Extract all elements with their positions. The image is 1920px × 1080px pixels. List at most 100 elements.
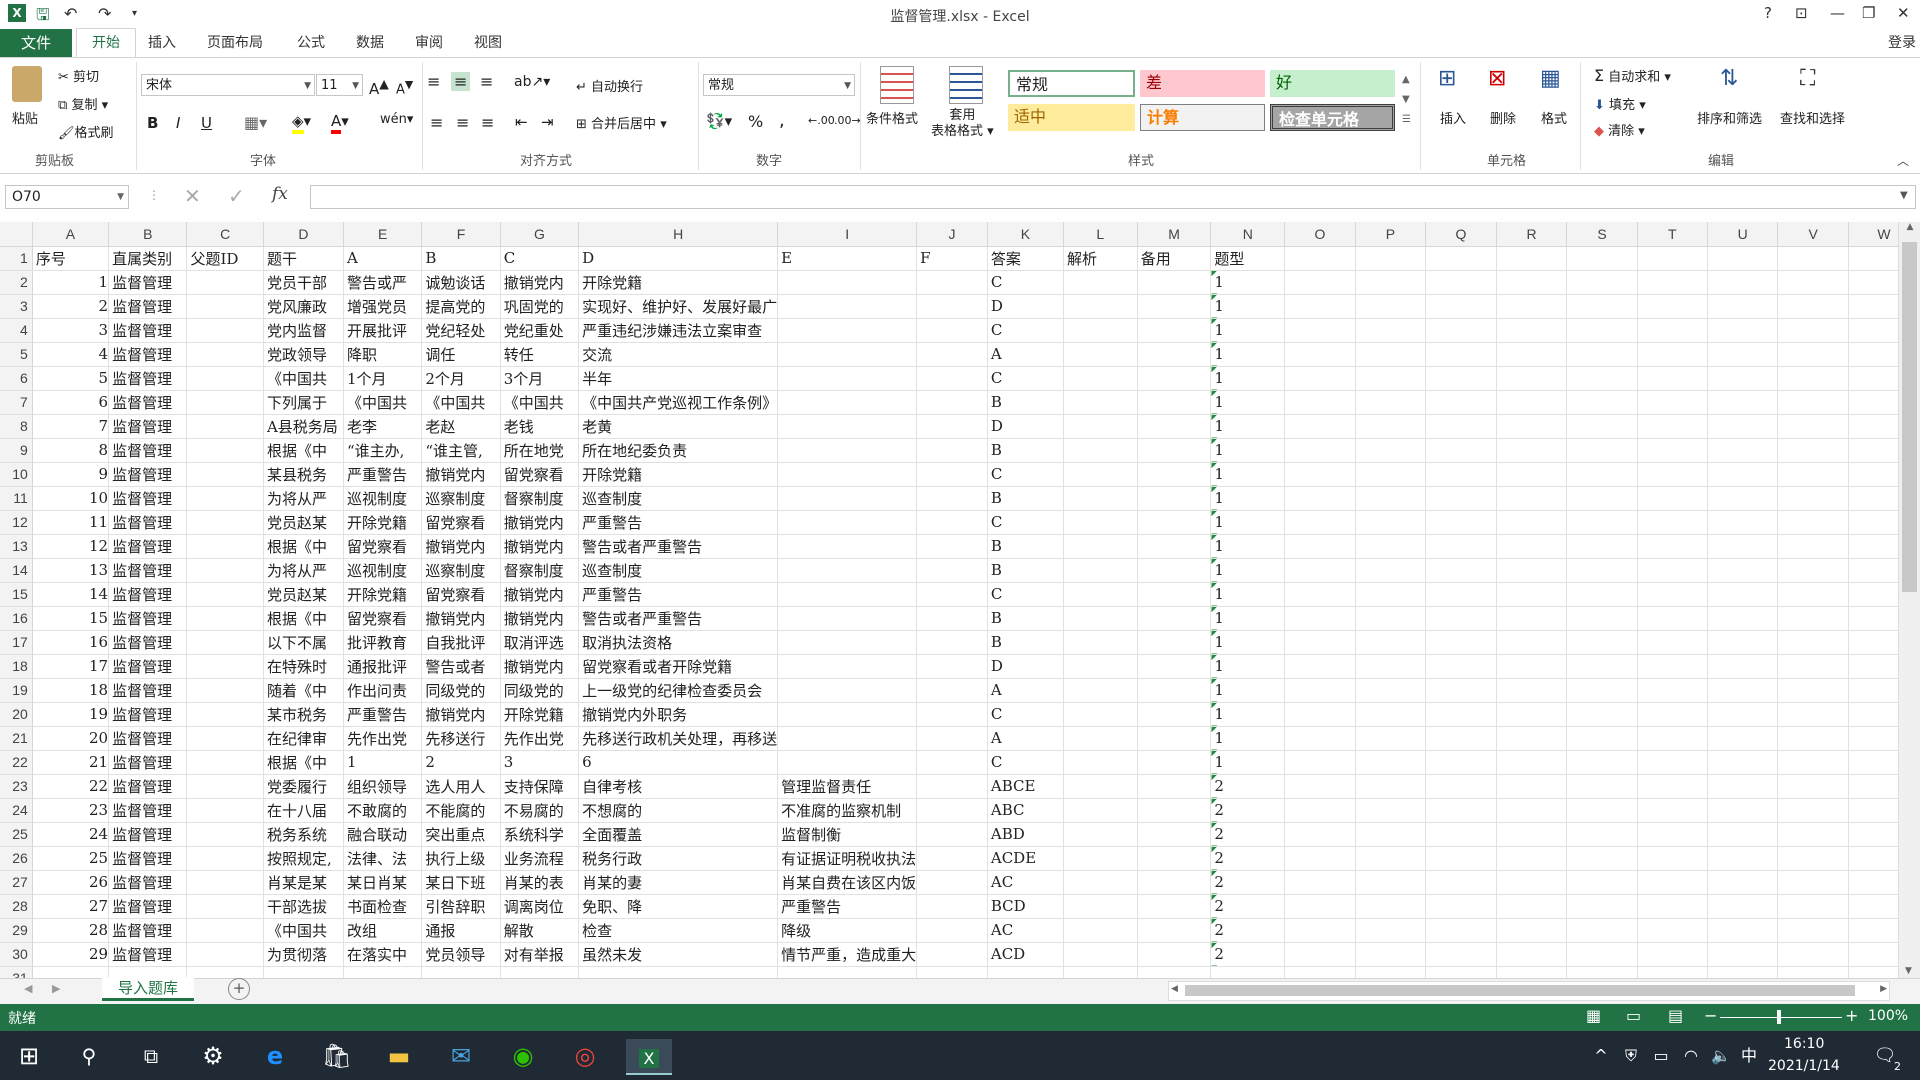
cell[interactable]: A bbox=[987, 342, 1064, 367]
cell[interactable] bbox=[1566, 870, 1638, 895]
row-header[interactable]: 16 bbox=[0, 606, 33, 631]
autosum-button[interactable]: Σ 自动求和 ▾ bbox=[1594, 66, 1671, 85]
cell[interactable] bbox=[1063, 870, 1138, 895]
cell[interactable] bbox=[1496, 894, 1568, 919]
insert-function-icon[interactable]: fx bbox=[272, 184, 288, 204]
cell[interactable] bbox=[1777, 774, 1849, 799]
cell[interactable] bbox=[1566, 750, 1638, 775]
cell[interactable]: 为贯彻落 bbox=[263, 942, 345, 967]
cell[interactable]: 21 bbox=[32, 750, 110, 775]
cell[interactable] bbox=[1284, 390, 1356, 415]
cell[interactable] bbox=[1496, 678, 1568, 703]
cell[interactable]: 支持保障 bbox=[500, 774, 580, 799]
cell[interactable] bbox=[1284, 942, 1356, 967]
cell[interactable] bbox=[1137, 702, 1212, 727]
cell[interactable] bbox=[1707, 798, 1779, 823]
tab-view[interactable]: 视图 bbox=[474, 32, 502, 52]
cell[interactable]: 党员赵某 bbox=[263, 510, 345, 535]
cell[interactable]: 融合联动 bbox=[343, 822, 423, 847]
cell[interactable]: 直属类别 bbox=[108, 246, 188, 271]
cell[interactable] bbox=[1637, 246, 1708, 271]
cell[interactable] bbox=[916, 366, 988, 391]
cell[interactable]: 党风廉政 bbox=[263, 294, 345, 319]
cell[interactable]: 通报批评 bbox=[343, 654, 423, 679]
cell[interactable] bbox=[186, 750, 264, 775]
cell[interactable] bbox=[1777, 342, 1849, 367]
cell[interactable]: ABC bbox=[987, 798, 1064, 823]
cell[interactable]: 26 bbox=[32, 870, 110, 895]
cell[interactable] bbox=[1777, 510, 1849, 535]
cell[interactable] bbox=[1063, 798, 1138, 823]
cell[interactable]: 选人用人 bbox=[421, 774, 501, 799]
ime-indicator[interactable]: 中 bbox=[1732, 1039, 1766, 1073]
cell[interactable] bbox=[1425, 246, 1497, 271]
cell[interactable]: 2 bbox=[1210, 822, 1286, 847]
cell[interactable] bbox=[1637, 270, 1708, 295]
cell[interactable] bbox=[1355, 510, 1427, 535]
cell[interactable] bbox=[1496, 390, 1568, 415]
cell[interactable]: 14 bbox=[32, 582, 110, 607]
cell[interactable]: 监督管理 bbox=[108, 918, 188, 943]
cell[interactable]: 严重警告 bbox=[343, 702, 423, 727]
cell[interactable] bbox=[186, 318, 264, 343]
cell[interactable] bbox=[421, 966, 501, 978]
style-good[interactable]: 好 bbox=[1270, 70, 1395, 97]
cell[interactable] bbox=[1566, 414, 1638, 439]
cell[interactable]: 巡视制度 bbox=[343, 486, 423, 511]
cell[interactable]: 严重警告 bbox=[578, 510, 779, 535]
cell[interactable] bbox=[916, 870, 988, 895]
cell[interactable] bbox=[1777, 942, 1849, 967]
cell[interactable] bbox=[1707, 846, 1779, 871]
cell[interactable]: 1 bbox=[1210, 630, 1286, 655]
cell[interactable] bbox=[777, 318, 918, 343]
cell[interactable]: 不能腐的 bbox=[421, 798, 501, 823]
cell[interactable]: 所在地党 bbox=[500, 438, 580, 463]
cell[interactable]: 解散 bbox=[500, 918, 580, 943]
cell[interactable]: 7 bbox=[32, 414, 110, 439]
prev-sheet-icon[interactable]: ◀ bbox=[24, 982, 32, 995]
cell[interactable] bbox=[1063, 318, 1138, 343]
cell[interactable] bbox=[1063, 630, 1138, 655]
cell[interactable]: 题型 bbox=[1210, 246, 1286, 271]
cell[interactable] bbox=[1566, 558, 1638, 583]
cell[interactable] bbox=[916, 534, 988, 559]
cell[interactable] bbox=[1355, 894, 1427, 919]
cell[interactable]: 批评教育 bbox=[343, 630, 423, 655]
cell[interactable]: 序号 bbox=[32, 246, 110, 271]
cell[interactable]: 调任 bbox=[421, 342, 501, 367]
cell[interactable] bbox=[916, 582, 988, 607]
cell[interactable] bbox=[1637, 942, 1708, 967]
cell[interactable] bbox=[916, 678, 988, 703]
cell[interactable] bbox=[1284, 582, 1356, 607]
cell[interactable] bbox=[1137, 582, 1212, 607]
show-hidden-icons[interactable]: ^ bbox=[1584, 1039, 1618, 1073]
cell[interactable]: 在落实中 bbox=[343, 942, 423, 967]
cell[interactable] bbox=[1637, 726, 1708, 751]
cell[interactable] bbox=[1137, 462, 1212, 487]
cell[interactable] bbox=[916, 606, 988, 631]
row-header[interactable]: 22 bbox=[0, 750, 33, 775]
style-calculation[interactable]: 计算 bbox=[1140, 104, 1265, 131]
cell[interactable] bbox=[1355, 342, 1427, 367]
cell[interactable]: 检查 bbox=[578, 918, 779, 943]
cell[interactable]: 党纪轻处 bbox=[421, 318, 501, 343]
formula-bar-menu-icon[interactable]: ⋮ bbox=[148, 188, 160, 202]
cell[interactable] bbox=[1777, 630, 1849, 655]
format-cells-button[interactable]: 格式 bbox=[1541, 108, 1567, 127]
cell[interactable]: 调离岗位 bbox=[500, 894, 580, 919]
cell[interactable] bbox=[1210, 966, 1286, 978]
cell[interactable]: 10 bbox=[32, 486, 110, 511]
cell[interactable] bbox=[777, 342, 918, 367]
cell[interactable] bbox=[1355, 390, 1427, 415]
cell[interactable] bbox=[1777, 894, 1849, 919]
cell[interactable] bbox=[916, 486, 988, 511]
cell[interactable]: 1 bbox=[1210, 606, 1286, 631]
sheet-tab-active[interactable]: 导入题库 bbox=[102, 977, 194, 1001]
page-layout-view-icon[interactable]: ▭ bbox=[1626, 1006, 1641, 1025]
cell[interactable]: B bbox=[987, 606, 1064, 631]
cell[interactable] bbox=[1707, 534, 1779, 559]
column-header[interactable]: Q bbox=[1425, 222, 1497, 247]
cell[interactable] bbox=[1566, 654, 1638, 679]
cell[interactable]: 开除党籍 bbox=[578, 462, 779, 487]
cell[interactable]: 党员干部 bbox=[263, 270, 345, 295]
